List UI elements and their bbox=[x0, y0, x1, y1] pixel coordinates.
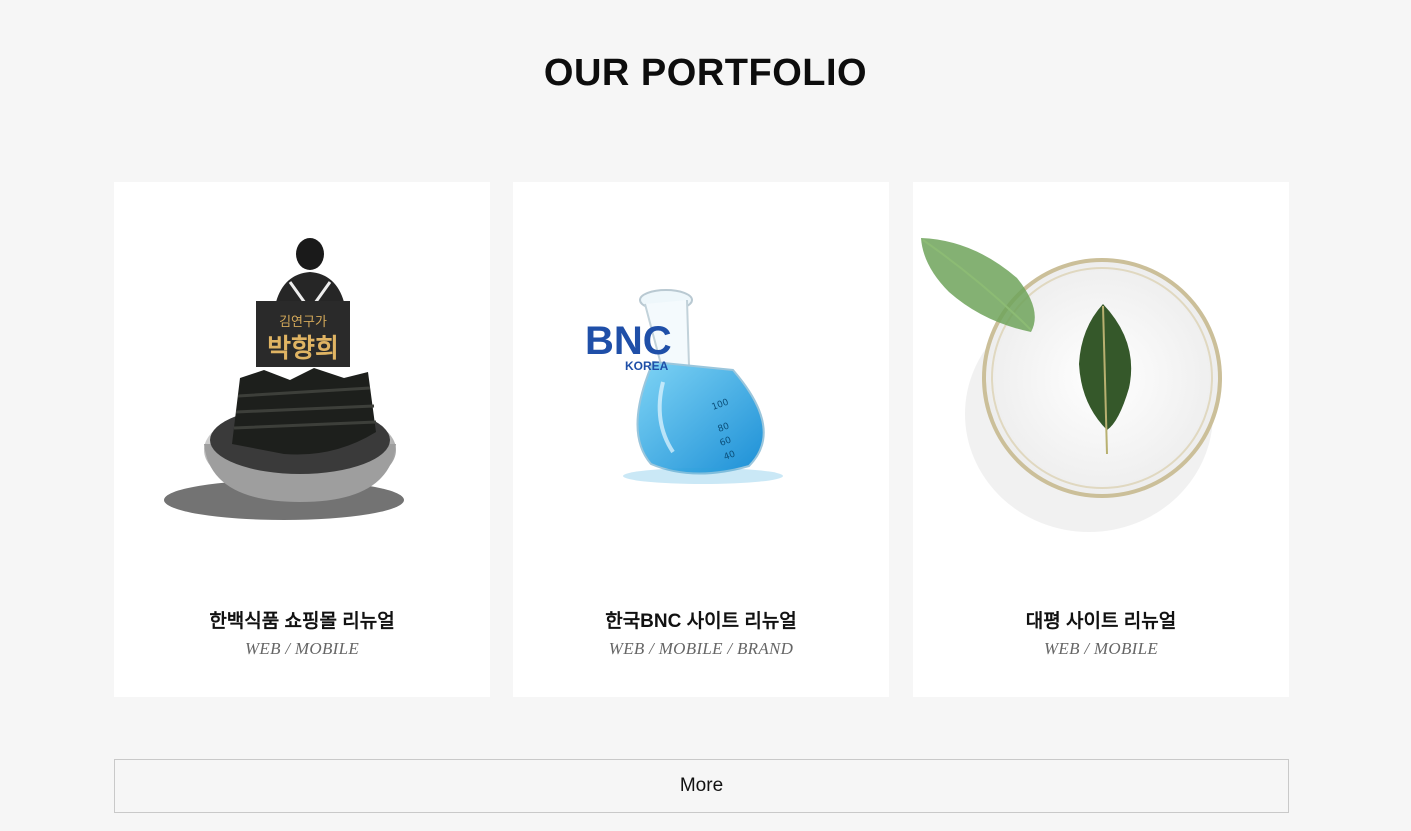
card-tags: WEB / MOBILE bbox=[1043, 639, 1159, 658]
card-title: 한백식품 쇼핑몰 리뉴얼 bbox=[209, 611, 395, 632]
flask-icon: 100 80 60 40 BNC KOREA bbox=[513, 182, 889, 582]
card-tags: WEB / MOBILE bbox=[244, 639, 360, 658]
logo-line-1: 김연구가 bbox=[279, 315, 327, 330]
card-title: 한국BNC 사이트 리뉴얼 bbox=[605, 611, 797, 632]
logo-line-2: 박향희 bbox=[267, 334, 339, 364]
leaf-dish-icon bbox=[913, 182, 1289, 582]
portfolio-card-daepyeong[interactable]: 대평 사이트 리뉴얼 WEB / MOBILE bbox=[913, 182, 1289, 697]
card-tags: WEB / MOBILE / BRAND bbox=[608, 639, 794, 658]
section-title: OUR PORTFOLIO bbox=[543, 52, 868, 94]
card-title: 대평 사이트 리뉴얼 bbox=[1025, 611, 1177, 632]
bnc-logo-text: BNC bbox=[585, 319, 672, 363]
portfolio-card-hanbaek[interactable]: 김연구가 박향희 한백식품 쇼핑몰 리뉴얼 WEB / MOBILE bbox=[114, 182, 490, 697]
bnc-logo-subtext: KOREA bbox=[625, 359, 669, 373]
more-button[interactable]: More bbox=[114, 759, 1289, 813]
seaweed-product-icon: 김연구가 박향희 bbox=[114, 182, 490, 582]
portfolio-card-bnc[interactable]: 100 80 60 40 BNC KOREA 한국BNC 사이트 리뉴얼 WEB… bbox=[513, 182, 889, 697]
